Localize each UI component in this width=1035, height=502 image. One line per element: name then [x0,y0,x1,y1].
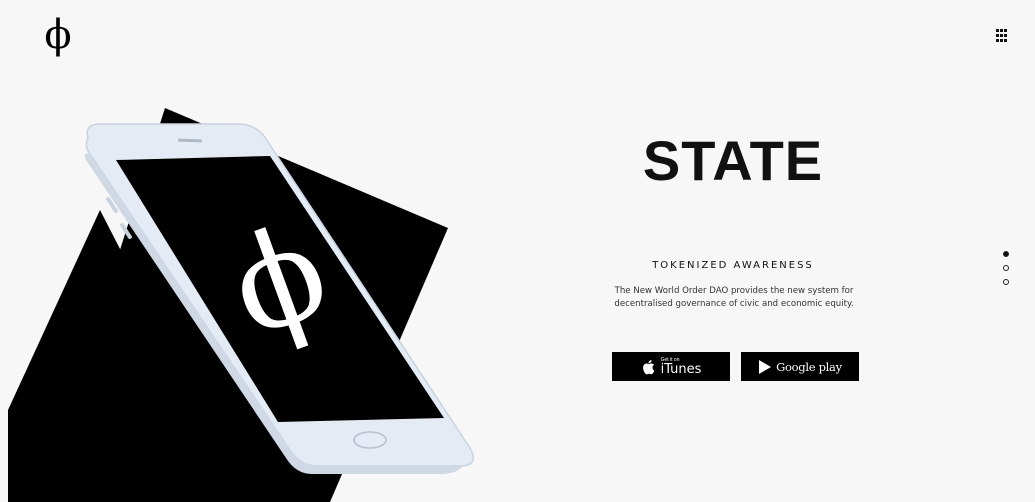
menu-dot [996,29,999,32]
menu-dot [1004,29,1007,32]
page-subtitle: TOKENIZED AWARENESS [652,260,814,271]
menu-dot [1000,29,1003,32]
slide-pagination [1003,251,1011,293]
grid-menu-icon[interactable] [996,29,1010,43]
pagination-dot-1[interactable] [1003,251,1009,257]
menu-dot [1000,39,1003,42]
page-title: STATE [642,129,824,192]
menu-dot [996,34,999,37]
google-play-download-button[interactable]: Google play [741,352,859,381]
itunes-download-button[interactable]: Get it on iTunes [612,352,730,381]
menu-dot [1000,34,1003,37]
apple-icon [642,359,654,374]
menu-dot [996,39,999,42]
itunes-label: iTunes [660,361,702,377]
menu-dot [1004,39,1007,42]
google-play-label: Google play [776,359,842,374]
play-icon [759,359,772,374]
menu-dot [1004,34,1007,37]
pagination-dot-2[interactable] [1003,265,1009,271]
hero-illustration: ϕ [8,108,475,502]
landing-page: ϕ ϕ STATE TOKENIZED AWARENESS The New Wo… [0,0,1035,502]
pagination-dot-3[interactable] [1003,279,1009,285]
hero-description: The New World Order DAO provides the new… [614,286,854,309]
